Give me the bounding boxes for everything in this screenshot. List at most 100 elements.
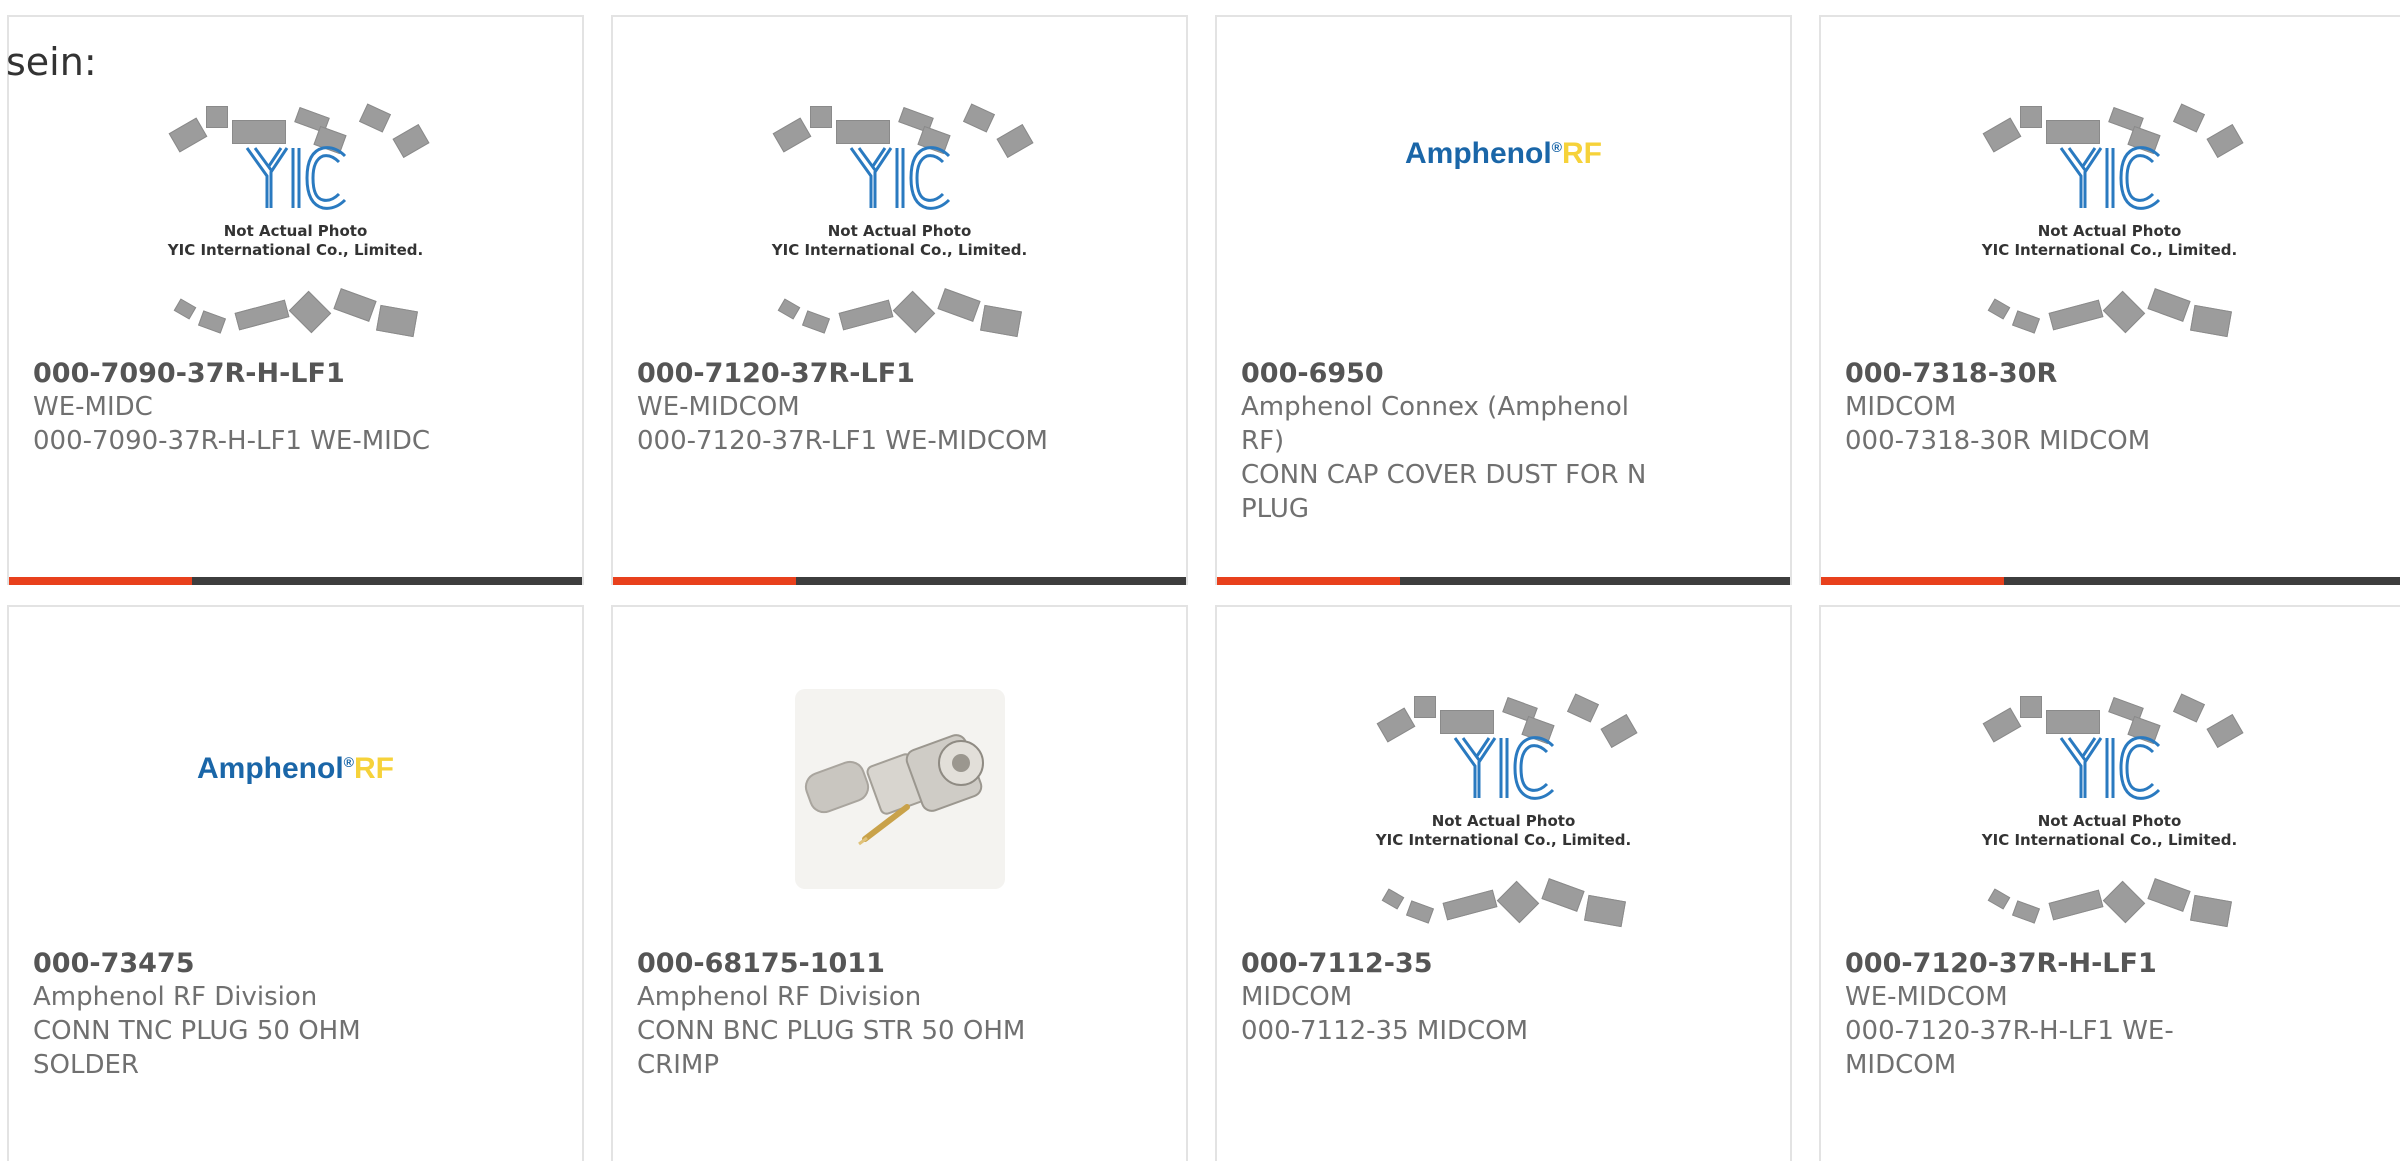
placeholder-chip (962, 102, 995, 133)
not-actual-photo-text: Not Actual Photo (1431, 811, 1576, 830)
placeholder-chip (777, 297, 800, 320)
amphenol-brand: Amphenol (1405, 136, 1552, 170)
placeholder-chip (358, 102, 391, 133)
product-card[interactable]: Not Actual Photo YIC International Co., L… (611, 15, 1188, 585)
yic-logo (1364, 732, 1644, 808)
placeholder-chip (197, 309, 226, 334)
part-number[interactable]: 000-7112-35 (1241, 948, 1661, 980)
part-number[interactable]: 000-7120-37R-H-LF1 (1845, 948, 2265, 980)
manufacturer: MIDCOM (1845, 392, 1957, 422)
yic-logo-mark (2059, 735, 2160, 800)
yic-logo (1970, 732, 2250, 808)
yic-logo (1970, 142, 2250, 218)
yic-logo-mark (1453, 735, 1554, 800)
company-text: YIC International Co., Limited. (1981, 830, 2238, 849)
not-actual-photo-text: Not Actual Photo (223, 221, 368, 240)
placeholder-chip (205, 105, 228, 128)
card-footer-bar (9, 577, 582, 585)
placeholder-chip (1439, 709, 1494, 734)
placeholder-chip (231, 119, 286, 144)
product-card[interactable]: 000-68175-1011 Amphenol RF Division CONN… (611, 605, 1188, 1161)
not-actual-photo-text: Not Actual Photo (2037, 221, 2182, 240)
card-footer-bar (613, 577, 1186, 585)
product-image[interactable]: Amphenol®RF (1217, 17, 1790, 350)
product-card[interactable]: Not Actual Photo YIC International Co., L… (1819, 15, 2400, 585)
card-accent-bar (9, 577, 192, 585)
placeholder-chip (2102, 880, 2145, 923)
bnc-connector-photo (794, 688, 1005, 889)
part-number[interactable]: 000-68175-1011 (637, 948, 1057, 980)
part-number[interactable]: 000-7090-37R-H-LF1 (33, 358, 453, 390)
yic-placeholder-image: Not Actual Photo YIC International Co., L… (1970, 94, 2250, 344)
placeholder-chip (2146, 877, 2191, 912)
placeholder-chip (2011, 309, 2040, 334)
placeholder-chip (1413, 695, 1436, 718)
description: 000-7090-37R-H-LF1 WE-MIDC (33, 426, 431, 456)
description: CONN CAP COVER DUST FOR N PLUG (1241, 460, 1647, 524)
placeholder-caption: Not Actual Photo YIC International Co., L… (156, 222, 436, 260)
placeholder-caption: Not Actual Photo YIC International Co., L… (760, 222, 1040, 260)
placeholder-chip (838, 299, 893, 330)
placeholder-chip (2146, 287, 2191, 322)
card-accent-bar (1217, 577, 1400, 585)
not-actual-photo-text: Not Actual Photo (2037, 811, 2182, 830)
product-image[interactable]: Not Actual Photo YIC International Co., L… (613, 17, 1186, 350)
placeholder-chip (892, 290, 935, 333)
yic-placeholder-image: Not Actual Photo YIC International Co., L… (760, 94, 1040, 344)
product-image[interactable] (613, 607, 1186, 940)
product-card[interactable]: Not Actual Photo YIC International Co., L… (7, 15, 584, 585)
yic-logo-mark (849, 145, 950, 210)
placeholder-chip (2019, 105, 2042, 128)
placeholder-chip (2172, 102, 2205, 133)
product-card[interactable]: Not Actual Photo YIC International Co., L… (1215, 605, 1792, 1161)
product-image[interactable]: Not Actual Photo YIC International Co., L… (1821, 607, 2398, 940)
placeholder-chip (979, 304, 1022, 337)
yic-placeholder-image: Not Actual Photo YIC International Co., L… (156, 94, 436, 344)
amphenol-rf-logo: Amphenol®RF (197, 752, 394, 786)
product-card[interactable]: Amphenol®RF 000-6950 Amphenol Connex (Am… (1215, 15, 1792, 585)
card-footer-bar (1217, 577, 1790, 585)
product-card[interactable]: Amphenol®RF 000-73475 Amphenol RF Divisi… (7, 605, 584, 1161)
bnc-connector-drawing (804, 733, 984, 845)
placeholder-caption: Not Actual Photo YIC International Co., L… (1970, 812, 2250, 850)
placeholder-chip (2189, 894, 2232, 927)
product-grid-page: sein: Not Actual Photo YIC International … (0, 0, 2400, 1161)
yic-logo-mark (2059, 145, 2160, 210)
company-text: YIC International Co., Limited. (1375, 830, 1632, 849)
amphenol-rf-suffix: RF (1562, 136, 1602, 170)
placeholder-chip (2019, 695, 2042, 718)
placeholder-chip (1405, 899, 1434, 924)
company-text: YIC International Co., Limited. (771, 240, 1028, 259)
description: CONN BNC PLUG STR 50 OHM CRIMP (637, 1016, 1026, 1080)
amphenol-rf-suffix: RF (354, 751, 394, 785)
placeholder-chip (2045, 709, 2100, 734)
part-number[interactable]: 000-6950 (1241, 358, 1661, 390)
description: 000-7318-30R MIDCOM (1845, 426, 2151, 456)
manufacturer: MIDCOM (1241, 982, 1353, 1012)
placeholder-chip (1496, 880, 1539, 923)
card-accent-bar (613, 577, 796, 585)
description: CONN TNC PLUG 50 OHM SOLDER (33, 1016, 361, 1080)
placeholder-chip (1583, 894, 1626, 927)
placeholder-chip (234, 299, 289, 330)
yic-logo-mark (245, 145, 346, 210)
product-image[interactable]: Not Actual Photo YIC International Co., L… (1821, 17, 2398, 350)
placeholder-chip (2172, 692, 2205, 723)
part-number[interactable]: 000-7318-30R (1845, 358, 2265, 390)
registered-mark: ® (1551, 138, 1562, 155)
manufacturer: WE-MIDCOM (637, 392, 800, 422)
yic-placeholder-image: Not Actual Photo YIC International Co., L… (1364, 684, 1644, 934)
placeholder-chip (1987, 887, 2010, 910)
placeholder-chip (173, 297, 196, 320)
placeholder-chip (332, 287, 377, 322)
description: 000-7120-37R-LF1 WE-MIDCOM (637, 426, 1048, 456)
part-number[interactable]: 000-73475 (33, 948, 453, 980)
part-number[interactable]: 000-7120-37R-LF1 (637, 358, 1057, 390)
product-image[interactable]: Not Actual Photo YIC International Co., L… (1217, 607, 1790, 940)
amphenol-rf-logo: Amphenol®RF (1405, 137, 1602, 171)
amphenol-brand: Amphenol (197, 751, 344, 785)
placeholder-chip (1381, 887, 1404, 910)
manufacturer: Amphenol RF Division (33, 982, 318, 1012)
product-card[interactable]: Not Actual Photo YIC International Co., L… (1819, 605, 2400, 1161)
product-image[interactable]: Amphenol®RF (9, 607, 582, 940)
